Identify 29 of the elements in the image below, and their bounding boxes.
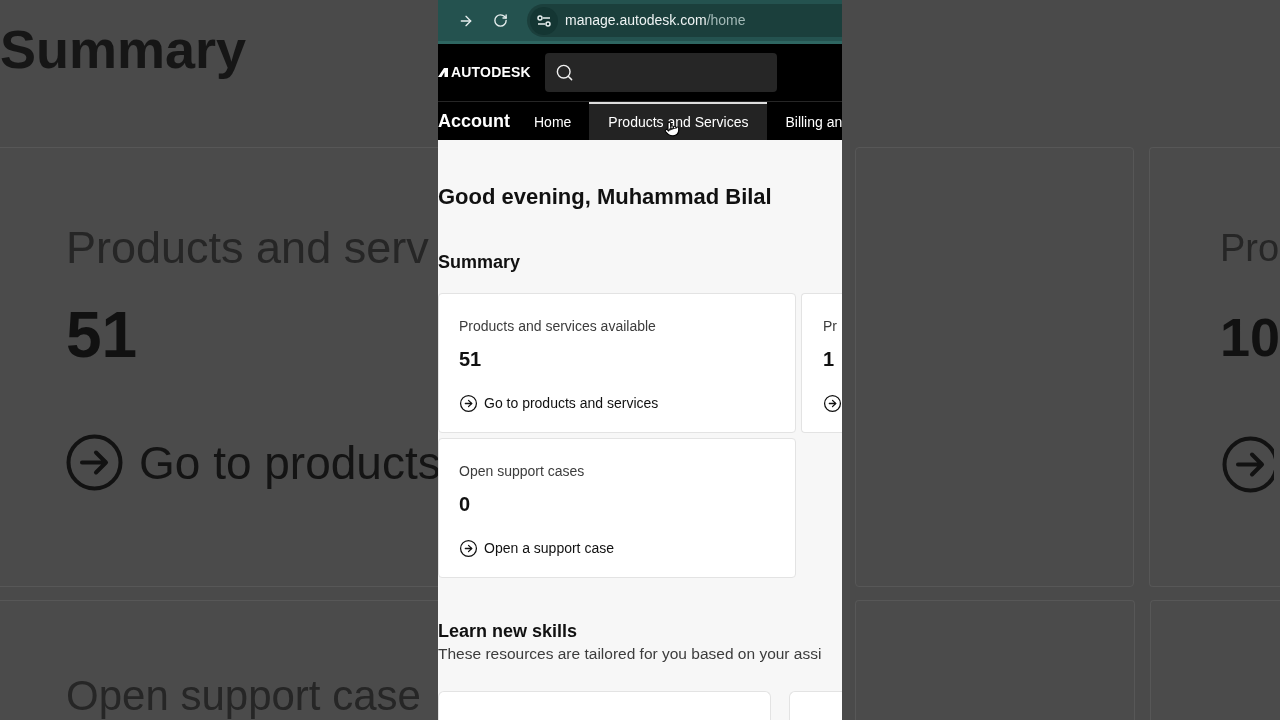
nav-title: Account — [438, 109, 510, 133]
address-bar[interactable]: manage.autodesk.com/home — [527, 4, 842, 37]
arrow-circle-icon — [459, 538, 478, 558]
card-label: Products and services available — [459, 317, 656, 336]
logo-mark-icon — [438, 68, 448, 77]
search-field[interactable] — [544, 53, 777, 92]
search-icon — [554, 63, 574, 82]
nav-tab[interactable]: Home — [516, 102, 590, 140]
arrow-circle-icon — [459, 393, 478, 413]
section-description: These resources are tailored for you based on your assi — [438, 644, 822, 664]
card-value: 51 — [66, 298, 138, 372]
card-link[interactable]: Go to products and services — [459, 392, 659, 414]
card-label: Open support cases — [459, 462, 585, 481]
reload-icon[interactable] — [493, 13, 508, 28]
arrow-circle-icon — [823, 393, 842, 413]
card-label: Pr — [823, 317, 837, 336]
url-text: manage.autodesk.com/home — [565, 11, 746, 30]
arrow-circle-icon — [66, 434, 123, 491]
logo-text: AUTODESK — [451, 63, 531, 82]
card-link[interactable]: Open a support case — [459, 537, 614, 559]
site-info-icon[interactable] — [530, 6, 558, 35]
section-heading: Summary — [438, 251, 521, 274]
section-heading: Learn new skills — [438, 620, 578, 643]
greeting-heading: Good evening, Muhammad Bilal — [438, 183, 772, 211]
card-value: 0 — [459, 492, 471, 517]
card-value: 10 — [1219, 306, 1280, 369]
card-value: 1 — [823, 347, 835, 372]
card-value: 51 — [459, 347, 482, 372]
nav-tab[interactable]: Billing an — [767, 102, 842, 140]
